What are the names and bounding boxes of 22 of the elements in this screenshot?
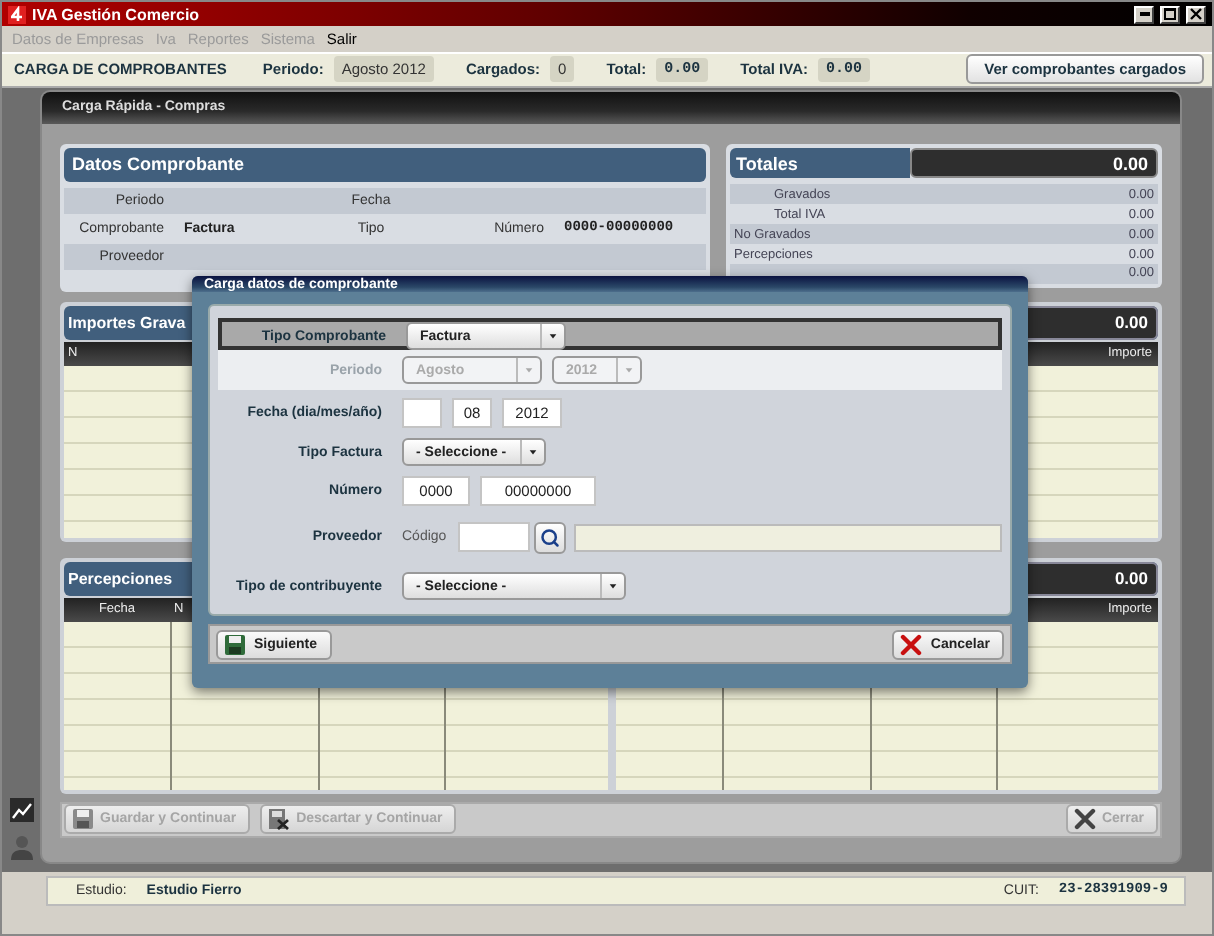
maximize-icon bbox=[1164, 8, 1176, 21]
close-icon bbox=[1190, 8, 1202, 21]
window-title: IVA Gestión Comercio bbox=[32, 5, 202, 24]
app-logo-icon bbox=[8, 5, 26, 24]
input-field[interactable] bbox=[402, 397, 442, 427]
close-icon bbox=[1073, 808, 1096, 831]
search-icon bbox=[540, 527, 561, 547]
card-title: Datos Comprobante bbox=[64, 147, 706, 182]
minimize-icon bbox=[1139, 12, 1149, 17]
section-title: Importes Grava bbox=[66, 311, 186, 336]
maximize-button[interactable] bbox=[1160, 5, 1180, 24]
chart-icon[interactable] bbox=[10, 797, 34, 822]
search-button[interactable] bbox=[534, 521, 567, 553]
minimize-button[interactable] bbox=[1134, 5, 1154, 24]
card-title: Totales bbox=[730, 147, 910, 179]
supplier-name-field[interactable] bbox=[574, 523, 1002, 551]
section-title: Percepciones bbox=[66, 567, 173, 592]
code-field[interactable] bbox=[458, 522, 531, 552]
discard-document-icon bbox=[268, 808, 291, 831]
total-value: 0.00 bbox=[910, 147, 1158, 179]
close-button[interactable] bbox=[1186, 5, 1206, 24]
close-icon bbox=[900, 633, 923, 655]
